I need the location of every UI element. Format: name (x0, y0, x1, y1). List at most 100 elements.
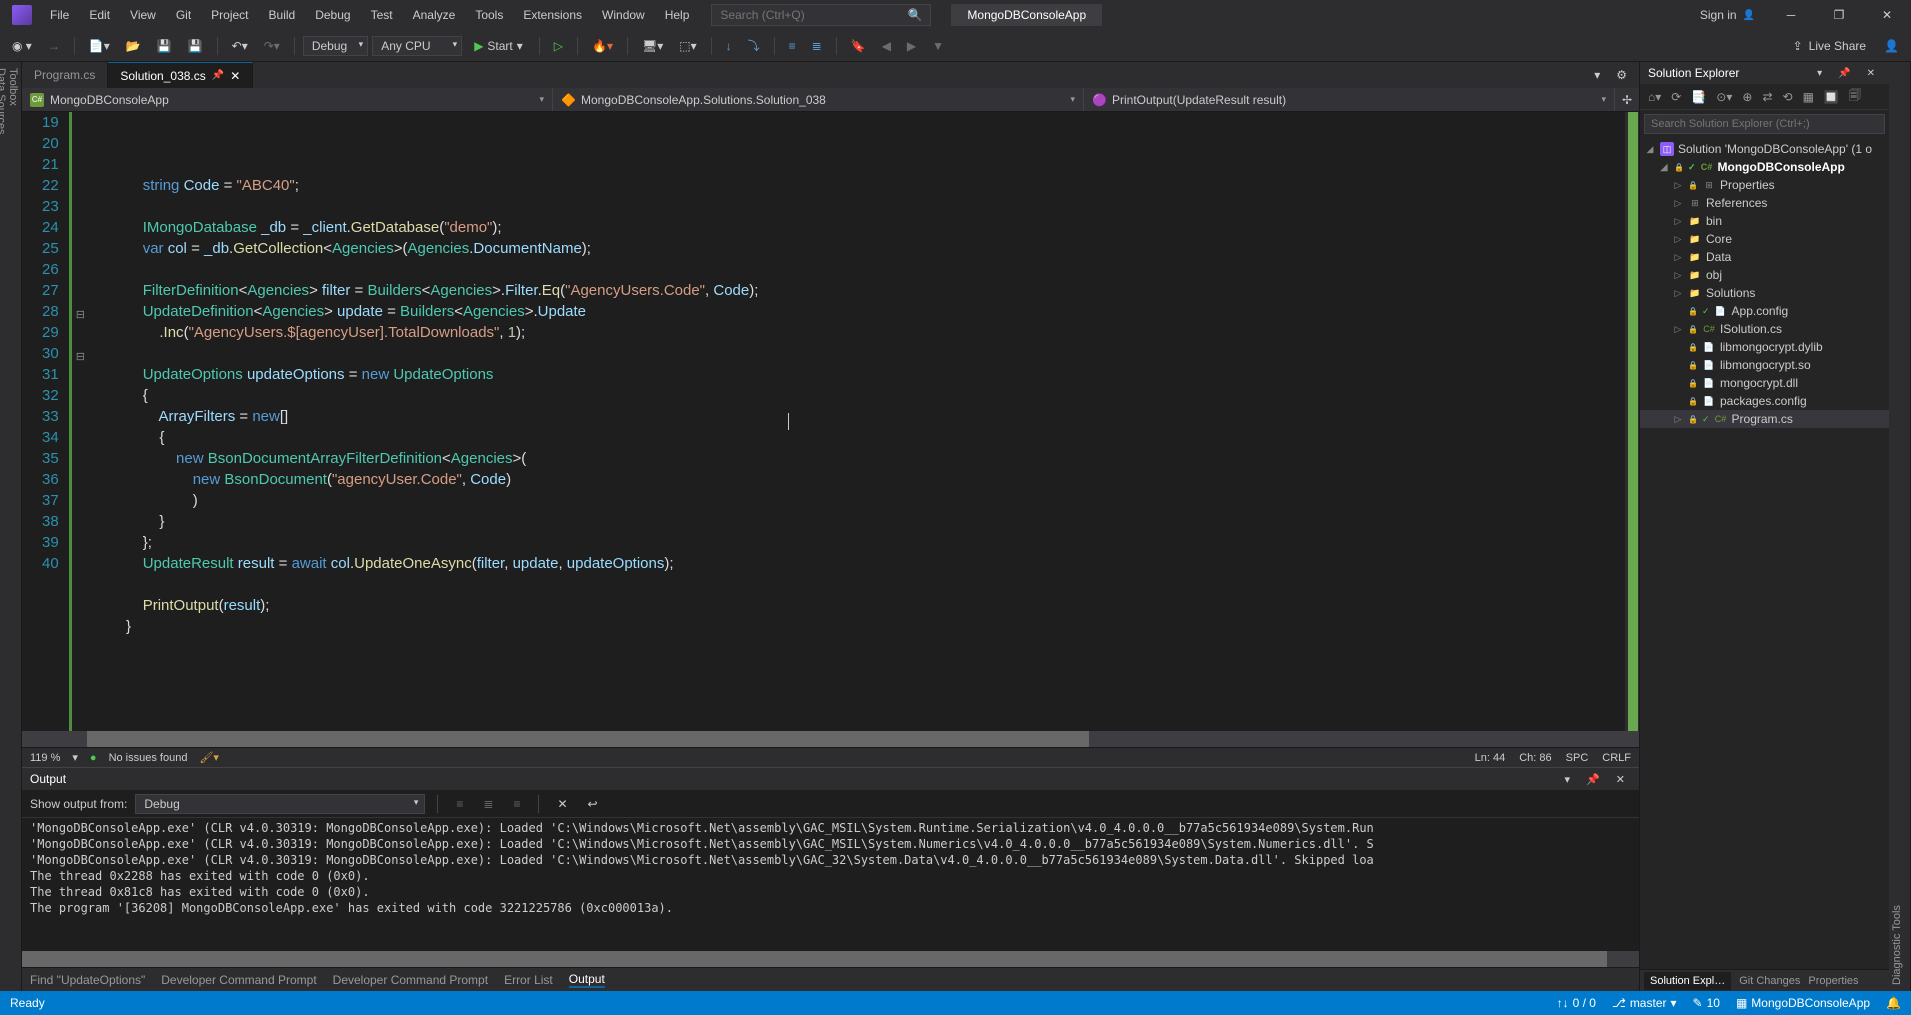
status-notifications[interactable]: 🔔 (1886, 996, 1901, 1010)
menu-help[interactable]: Help (655, 2, 700, 28)
platform-dropdown[interactable]: Any CPU (372, 36, 462, 56)
nav-project-dropdown[interactable]: C#MongoDBConsoleApp (22, 88, 553, 111)
se-showall-button[interactable]: ▦ (1799, 87, 1818, 107)
se-home-button[interactable]: ⌂▾ (1644, 87, 1665, 107)
output-clear-button[interactable]: ✕ (551, 793, 573, 815)
tab-Program.cs[interactable]: Program.cs (22, 62, 108, 88)
nav-fwd-button[interactable]: → (42, 35, 66, 57)
tree-item-Data[interactable]: ▷📁Data (1640, 248, 1889, 266)
nav-back-button[interactable]: ◉ ▾ (6, 35, 38, 57)
menu-extensions[interactable]: Extensions (513, 2, 592, 28)
tab-settings-button[interactable]: ⚙ (1610, 64, 1633, 86)
bottom-tab-4[interactable]: Output (569, 972, 605, 988)
split-button[interactable]: ✢ (1615, 88, 1639, 111)
se-search-input[interactable] (1644, 114, 1885, 134)
bottom-tab-0[interactable]: Find "UpdateOptions" (30, 973, 145, 987)
menu-debug[interactable]: Debug (305, 2, 360, 28)
status-changes[interactable]: ✎ 10 (1693, 996, 1720, 1010)
outline-margin[interactable]: ⊟⊟ (69, 112, 89, 731)
status-updown[interactable]: ↑↓ 0 / 0 (1557, 996, 1596, 1010)
rbt-2[interactable]: Properties (1808, 975, 1858, 987)
line-number[interactable]: Ln: 44 (1475, 752, 1506, 764)
menu-git[interactable]: Git (166, 2, 201, 28)
tb-btn-2[interactable]: ≡ (783, 35, 802, 57)
output-hscroll[interactable] (22, 951, 1639, 967)
nav-member-dropdown[interactable]: 🟣PrintOutput(UpdateResult result) (1084, 88, 1615, 111)
se-dropdown-button[interactable]: ▾ (1811, 64, 1828, 83)
se-close-button[interactable]: ✕ (1861, 64, 1881, 83)
cleanup-icon[interactable]: 🖌▾ (199, 751, 219, 764)
tree-item-ISolution.cs[interactable]: ▷🔒C#ISolution.cs (1640, 320, 1889, 338)
close-tab-icon[interactable]: ✕ (230, 69, 240, 83)
line-ending[interactable]: CRLF (1602, 752, 1631, 764)
menu-window[interactable]: Window (592, 2, 655, 28)
menu-analyze[interactable]: Analyze (403, 2, 466, 28)
se-sync-button[interactable]: ⊙▾ (1712, 87, 1736, 107)
step-over-button[interactable]: ⤵ (742, 33, 766, 58)
redo-button[interactable]: ↷▾ (258, 35, 286, 57)
output-btn-3[interactable]: ≡ (507, 793, 526, 815)
code-content[interactable]: string Code = "ABC40"; IMongoDatabase _d… (89, 112, 1639, 731)
tree-item-Properties[interactable]: ▷🔒⊞Properties (1640, 176, 1889, 194)
side-tab-toolbox[interactable]: Toolbox (7, 68, 19, 973)
hot-reload-button[interactable]: 🔥▾ (586, 35, 619, 57)
se-pin-button[interactable]: 📌 (1832, 64, 1856, 83)
minimize-button[interactable]: ─ (1771, 0, 1811, 30)
se-refresh-button[interactable]: ⟲ (1779, 87, 1797, 107)
config-dropdown[interactable]: Debug (303, 36, 368, 56)
solution-tree[interactable]: ◢◫Solution 'MongoDBConsoleApp' (1 o◢🔒✓C#… (1640, 138, 1889, 969)
bottom-tab-2[interactable]: Developer Command Prompt (333, 973, 488, 987)
se-btn-4[interactable]: ⇄ (1758, 87, 1776, 107)
output-close-button[interactable]: ✕ (1610, 769, 1631, 790)
tree-item-References[interactable]: ▷⊞References (1640, 194, 1889, 212)
tree-item-bin[interactable]: ▷📁bin (1640, 212, 1889, 230)
se-btn-1[interactable]: ⟳ (1667, 87, 1685, 107)
minimap-scrollbar[interactable] (1625, 112, 1639, 731)
search-input[interactable] (720, 8, 907, 22)
status-project[interactable]: ▦ MongoDBConsoleApp (1736, 996, 1870, 1010)
menu-file[interactable]: File (40, 2, 79, 28)
rbt-0[interactable]: Solution Expl… (1644, 972, 1731, 990)
start-button[interactable]: ▶Start ▾ (466, 37, 531, 55)
tb-btn-5[interactable]: ▶ (901, 35, 922, 57)
tree-item-Solution 'MongoDBConsoleApp' (1 o[interactable]: ◢◫Solution 'MongoDBConsoleApp' (1 o (1640, 140, 1889, 158)
close-button[interactable]: ✕ (1867, 0, 1907, 30)
status-branch[interactable]: ⎇ master ▾ (1612, 996, 1677, 1010)
menu-tools[interactable]: Tools (465, 2, 513, 28)
tb-btn-1[interactable]: ⬚▾ (673, 35, 702, 57)
indent-mode[interactable]: SPC (1566, 752, 1589, 764)
output-text[interactable]: 'MongoDBConsoleApp.exe' (CLR v4.0.30319:… (22, 818, 1639, 951)
account-icon[interactable]: 👤 (1878, 35, 1905, 57)
tab-Solution_038.cs[interactable]: Solution_038.cs📌✕ (108, 62, 253, 88)
tab-dropdown-button[interactable]: ▾ (1588, 64, 1606, 86)
editor-hscroll[interactable] (22, 731, 1639, 747)
live-share-button[interactable]: ⇪Live Share (1785, 35, 1874, 57)
rbt-1[interactable]: Git Changes (1739, 975, 1800, 987)
tree-item-App.config[interactable]: 🔒✓📄App.config (1640, 302, 1889, 320)
code-editor[interactable]: 1920212223242526272829303132333435363738… (22, 112, 1639, 731)
bookmark-button[interactable]: 🔖 (845, 35, 872, 57)
output-btn-1[interactable]: ≡ (450, 793, 469, 815)
step-into-button[interactable]: ↓ (720, 35, 738, 57)
tb-btn-4[interactable]: ◀ (876, 35, 897, 57)
se-btn-2[interactable]: 📑 (1687, 87, 1710, 107)
bottom-tab-3[interactable]: Error List (504, 973, 553, 987)
output-pin-button[interactable]: 📌 (1580, 769, 1606, 790)
zoom-level[interactable]: 119 % (30, 752, 60, 764)
tree-item-Program.cs[interactable]: ▷🔒✓C#Program.cs (1640, 410, 1889, 428)
maximize-button[interactable]: ❐ (1819, 0, 1859, 30)
tb-btn-3[interactable]: ≣ (806, 35, 828, 57)
fold-button[interactable]: ⊟ (76, 347, 85, 368)
menu-project[interactable]: Project (201, 2, 258, 28)
undo-button[interactable]: ↶▾ (226, 35, 254, 57)
char-number[interactable]: Ch: 86 (1519, 752, 1551, 764)
tree-item-obj[interactable]: ▷📁obj (1640, 266, 1889, 284)
tb-btn-6[interactable]: ▼ (926, 35, 950, 57)
browser-button[interactable]: 🖥▾ (636, 35, 669, 57)
output-wrap-button[interactable]: ↩ (582, 793, 604, 815)
tree-item-Core[interactable]: ▷📁Core (1640, 230, 1889, 248)
bottom-tab-1[interactable]: Developer Command Prompt (161, 973, 316, 987)
menu-build[interactable]: Build (259, 2, 306, 28)
start-no-debug-button[interactable]: ▷ (548, 35, 569, 57)
open-button[interactable]: 📂 (120, 35, 147, 57)
